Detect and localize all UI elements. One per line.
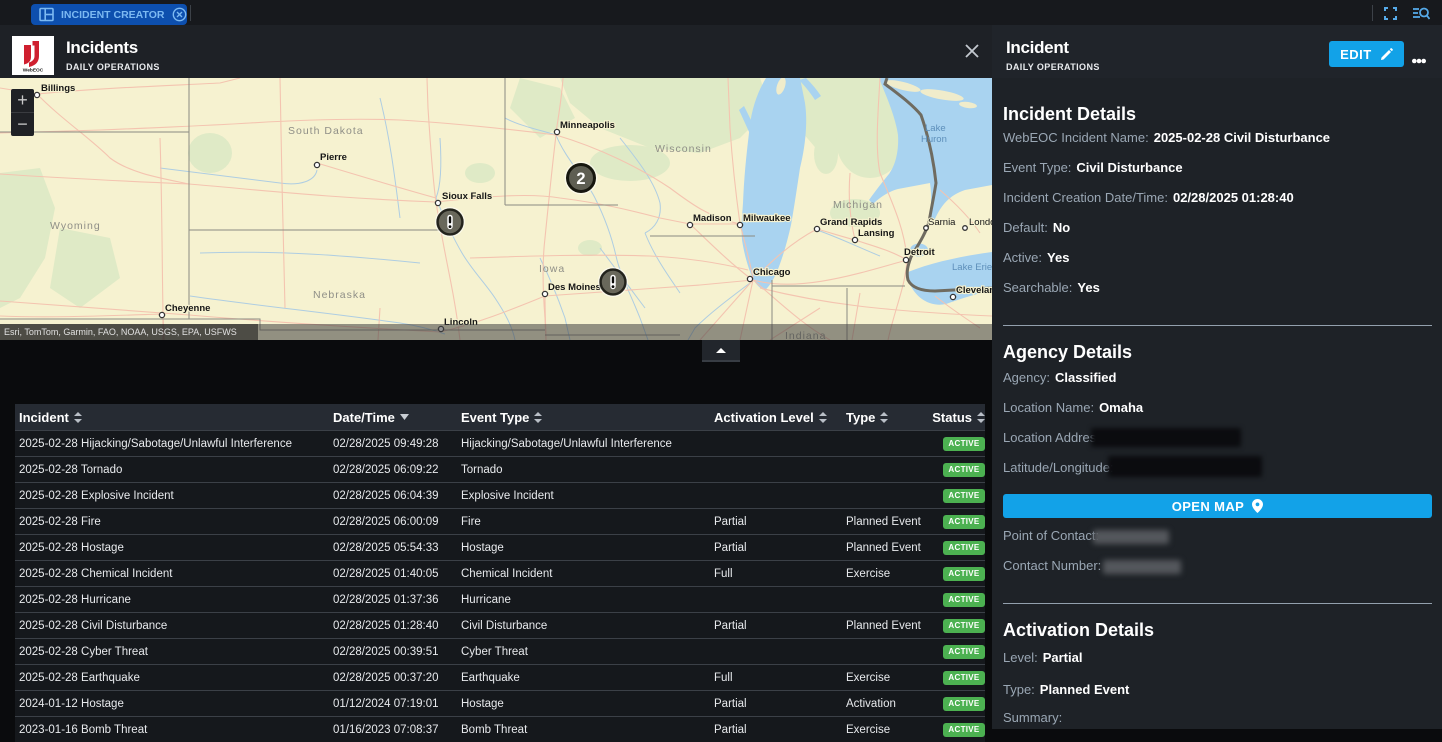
svg-text:Wyoming: Wyoming [50,220,101,232]
svg-text:Iowa: Iowa [539,263,565,275]
svg-text:Sioux Falls: Sioux Falls [442,191,492,202]
svg-text:Huron: Huron [921,134,947,145]
svg-text:Nebraska: Nebraska [313,289,366,301]
svg-text:Pierre: Pierre [320,152,347,163]
svg-text:Chicago: Chicago [753,267,791,278]
svg-text:Detroit: Detroit [904,247,935,258]
svg-text:Sarnia: Sarnia [928,217,956,228]
svg-text:WebEOC: WebEOC [23,68,44,74]
svg-text:London: London [969,217,992,228]
svg-text:Milwaukee: Milwaukee [743,213,791,224]
svg-text:South Dakota: South Dakota [288,125,364,137]
svg-text:Cleveland: Cleveland [956,285,992,296]
svg-text:Lake Erie: Lake Erie [952,262,992,273]
svg-text:Michigan: Michigan [833,199,883,211]
svg-text:Lansing: Lansing [858,228,895,239]
svg-text:Madison: Madison [693,213,732,224]
svg-text:Lake: Lake [925,123,946,134]
svg-text:2: 2 [576,170,585,188]
svg-text:Cheyenne: Cheyenne [165,303,210,314]
svg-text:Billings: Billings [41,83,75,94]
svg-text:Wisconsin: Wisconsin [655,143,712,155]
svg-text:Des Moines: Des Moines [548,282,601,293]
svg-text:Minneapolis: Minneapolis [560,120,615,131]
svg-text:Grand Rapids: Grand Rapids [820,217,882,228]
